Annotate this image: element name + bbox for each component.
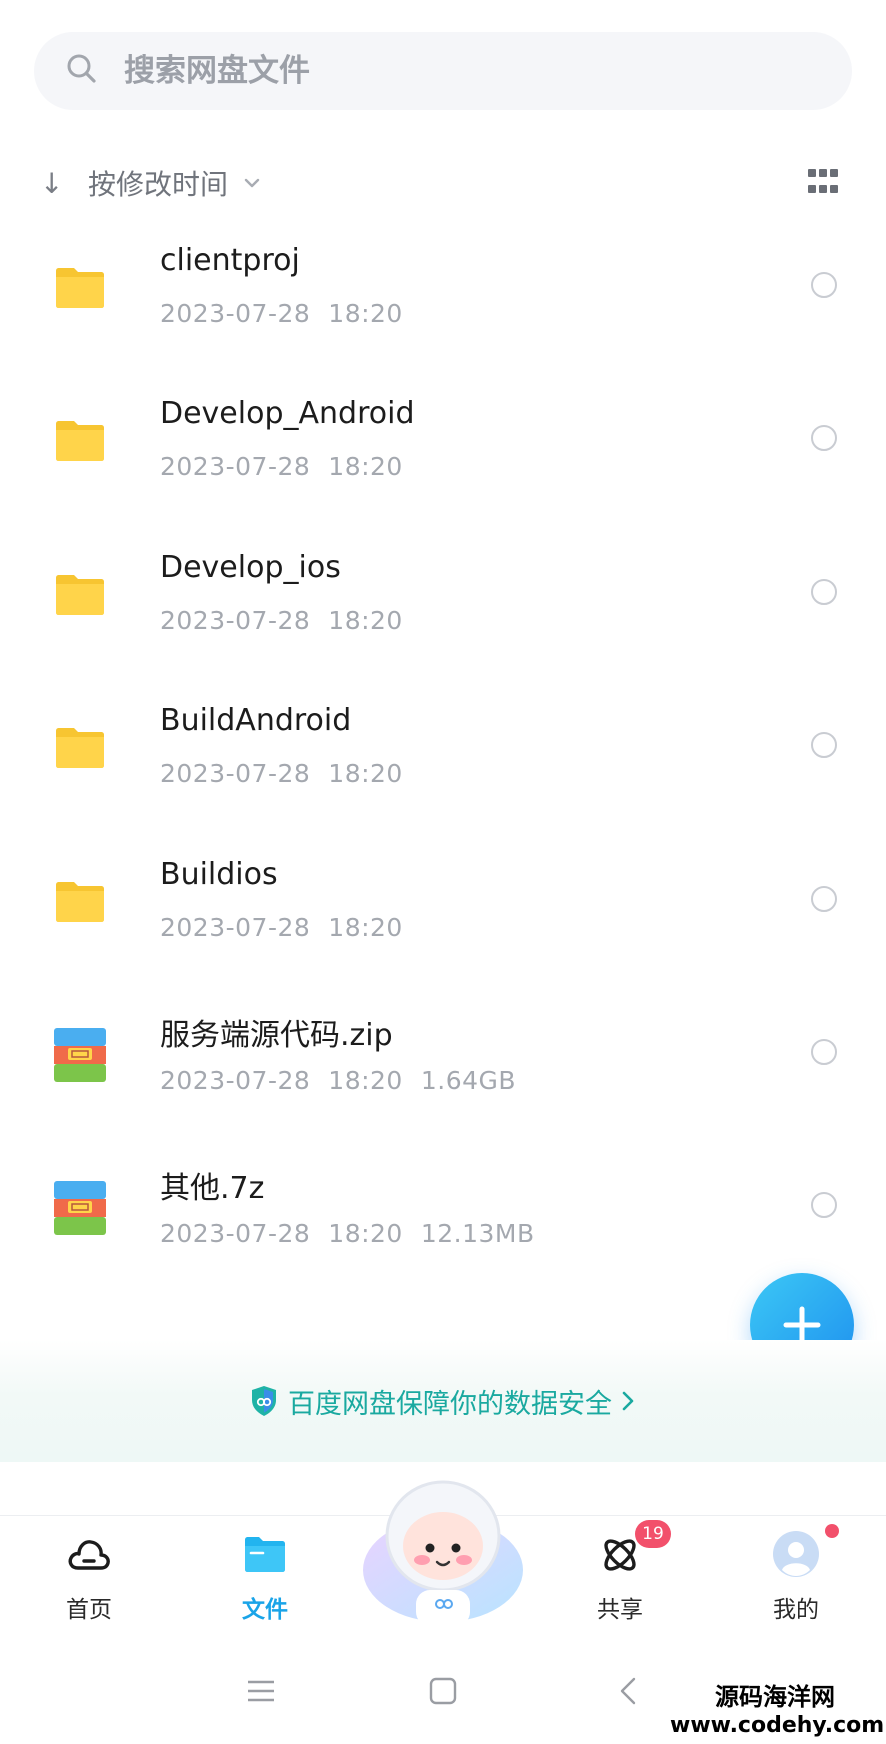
file-time: 18:20 (328, 1219, 403, 1249)
file-size: 1.64GB (420, 1065, 517, 1095)
file-name: BuildAndroid (160, 703, 352, 739)
file-time: 18:20 (328, 912, 403, 942)
file-meta: 2023-07-28 18:20 12.13MB (160, 1219, 553, 1248)
folder-icon (52, 871, 108, 931)
tab-files[interactable]: 文件 (200, 1516, 330, 1638)
file-row[interactable]: clientproj 2023-07-28 18:20 (0, 215, 886, 368)
sort-bar: ↓ 按修改时间 (40, 160, 846, 206)
folder-icon (52, 257, 108, 317)
tab-me-label: 我的 (773, 1597, 819, 1623)
security-banner[interactable]: 百度网盘保障你的数据安全 (0, 1340, 886, 1462)
search-bar[interactable] (34, 32, 852, 110)
sort-label[interactable]: 按修改时间 (88, 163, 228, 203)
file-time: 18:20 (328, 759, 403, 789)
tab-share[interactable]: 19 共享 (555, 1516, 685, 1638)
folder-icon (245, 1537, 285, 1572)
file-meta: 2023-07-28 18:20 (160, 299, 439, 328)
file-size: 12.13MB (420, 1219, 535, 1249)
file-name: 服务端源代码.zip (160, 1017, 393, 1053)
tab-files-label: 文件 (242, 1597, 288, 1623)
file-row[interactable]: Develop_ios 2023-07-28 18:20 (0, 522, 886, 675)
search-input[interactable] (124, 53, 724, 89)
watermark: 源码海洋网 www.codehy.com (670, 1682, 885, 1740)
file-time: 18:20 (328, 299, 403, 328)
select-checkbox[interactable] (811, 578, 837, 605)
select-checkbox[interactable] (811, 1038, 837, 1065)
select-checkbox[interactable] (811, 1192, 837, 1219)
avatar-icon (773, 1531, 819, 1577)
watermark-title: 源码海洋网 (715, 1683, 835, 1711)
select-checkbox[interactable] (811, 732, 837, 759)
select-checkbox[interactable] (811, 272, 837, 298)
file-date: 2023-07-28 (160, 299, 311, 328)
file-name: Buildios (160, 856, 278, 892)
file-meta: 2023-07-28 18:20 (160, 452, 439, 481)
file-time: 18:20 (328, 1065, 403, 1095)
file-date: 2023-07-28 (160, 912, 311, 942)
file-time: 18:20 (328, 605, 403, 635)
select-checkbox[interactable] (811, 885, 837, 912)
sort-direction-icon[interactable]: ↓ (40, 167, 70, 200)
shield-icon (252, 1386, 276, 1416)
select-checkbox[interactable] (811, 425, 837, 452)
file-date: 2023-07-28 (160, 759, 311, 789)
notification-dot (825, 1524, 839, 1538)
file-name: 其他.7z (160, 1171, 265, 1207)
folder-icon (52, 410, 108, 470)
archive-icon (52, 1024, 108, 1084)
chevron-right-icon (622, 1391, 634, 1411)
folder-icon (52, 717, 108, 777)
file-row[interactable]: 服务端源代码.zip 2023-07-28 18:20 1.64GB (0, 982, 886, 1135)
archive-icon (52, 1177, 108, 1237)
chevron-down-icon[interactable] (242, 173, 262, 193)
tab-me[interactable]: 我的 (731, 1516, 861, 1638)
file-name: clientproj (160, 243, 300, 278)
file-date: 2023-07-28 (160, 605, 311, 635)
back-icon[interactable] (614, 1676, 644, 1706)
file-meta: 2023-07-28 18:20 (160, 606, 439, 635)
share-badge: 19 (635, 1520, 671, 1548)
file-row[interactable]: BuildAndroid 2023-07-28 18:20 (0, 675, 886, 828)
file-row[interactable]: Buildios 2023-07-28 18:20 (0, 829, 886, 982)
file-row[interactable]: Develop_Android 2023-07-28 18:20 (0, 368, 886, 521)
security-text: 百度网盘保障你的数据安全 (288, 1388, 612, 1420)
cloud-icon (68, 1540, 110, 1570)
file-date: 2023-07-28 (160, 452, 311, 482)
file-row[interactable]: 其他.7z 2023-07-28 18:20 12.13MB (0, 1135, 886, 1288)
tab-home[interactable]: 首页 (24, 1516, 154, 1638)
file-meta: 2023-07-28 18:20 (160, 759, 439, 788)
file-date: 2023-07-28 (160, 1065, 311, 1095)
watermark-url: www.codehy.com (670, 1713, 885, 1738)
file-date: 2023-07-28 (160, 1219, 311, 1249)
file-meta: 2023-07-28 18:20 1.64GB (160, 1066, 534, 1095)
file-name: Develop_ios (160, 549, 341, 585)
search-icon (64, 51, 100, 91)
menu-icon[interactable] (246, 1676, 276, 1706)
file-list: clientproj 2023-07-28 18:20 Develop_Andro… (0, 215, 886, 1289)
home-square-icon[interactable] (428, 1676, 458, 1706)
tab-home-label: 首页 (66, 1597, 112, 1623)
folder-icon (52, 564, 108, 624)
grid-view-icon[interactable] (808, 169, 838, 197)
tab-share-label: 共享 (597, 1597, 643, 1623)
file-name: Develop_Android (160, 396, 415, 432)
mascot-button[interactable] (360, 1470, 526, 1626)
file-meta: 2023-07-28 18:20 (160, 913, 439, 942)
file-time: 18:20 (328, 452, 403, 482)
